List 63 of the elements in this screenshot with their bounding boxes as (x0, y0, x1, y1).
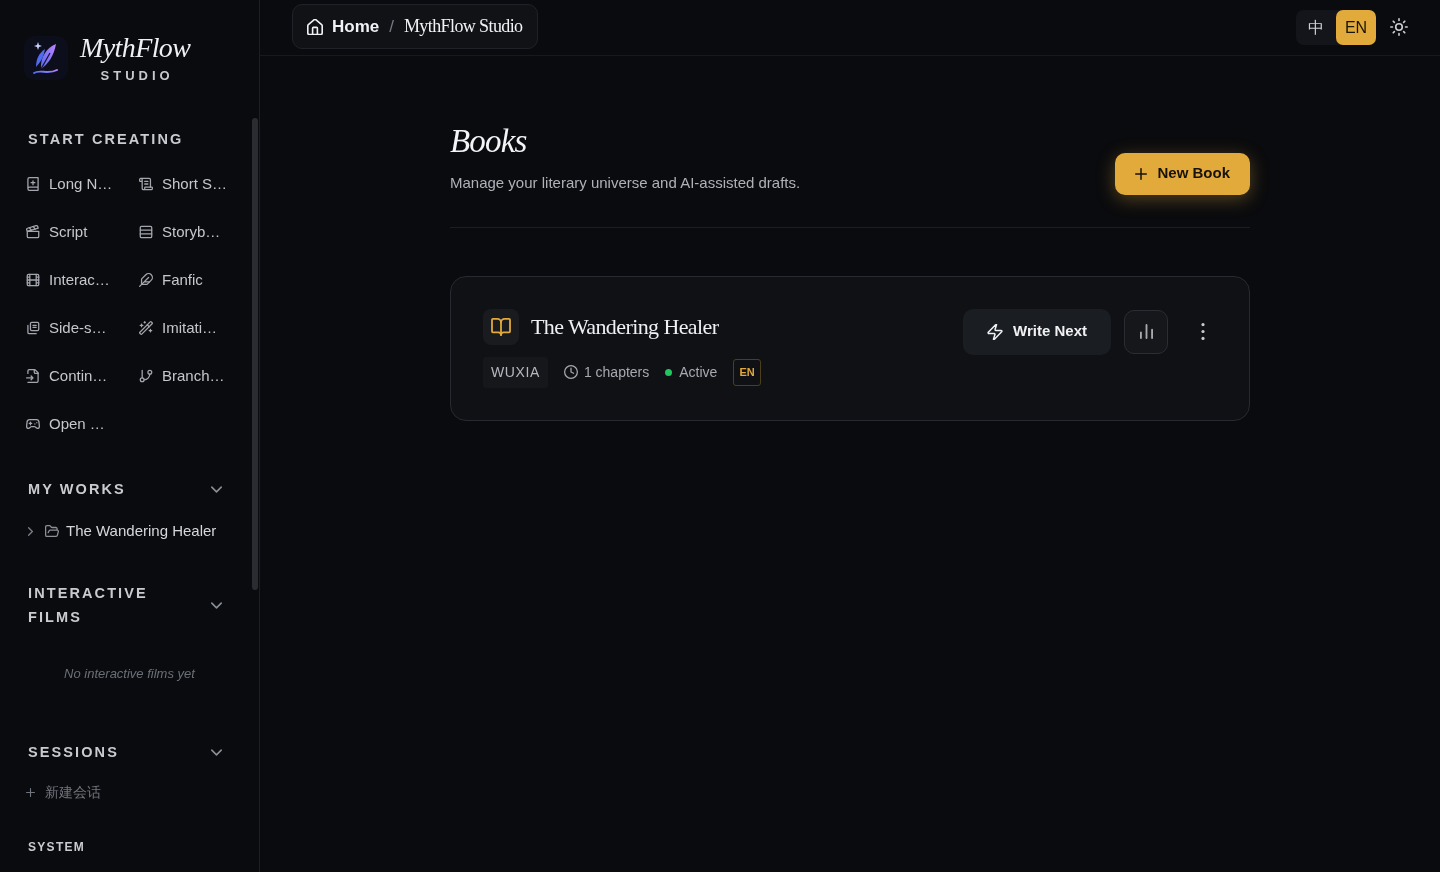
book-title: The Wandering Healer (531, 312, 719, 341)
folder-icon (45, 524, 59, 538)
scroll-icon (139, 177, 153, 191)
book-icon (483, 308, 519, 345)
clock-icon (563, 365, 578, 379)
create-option-link[interactable]: Open … (26, 412, 105, 436)
empty-state-text: No interactive films yet (64, 665, 195, 683)
file-arrow-icon (26, 369, 40, 383)
brand-name: MythFlow (80, 32, 191, 63)
language-option[interactable]: 中 (1296, 10, 1336, 45)
feather-icon (139, 273, 153, 287)
create-option-link[interactable]: Imitati… (139, 316, 217, 340)
plus-icon (1135, 167, 1148, 180)
create-option-link[interactable]: Branch… (139, 364, 225, 388)
create-option-link[interactable]: Fanfic (139, 268, 203, 292)
section-title: INTERACTIVE FILMS (28, 584, 149, 627)
breadcrumb-separator: / (389, 15, 394, 38)
chevron-down-icon[interactable] (211, 601, 222, 609)
create-option-link[interactable]: Script (26, 220, 88, 244)
create-option-link[interactable]: Short S… (139, 172, 228, 196)
bar-chart-icon (1139, 324, 1153, 339)
copy-icon (26, 321, 40, 335)
create-option-link[interactable]: Side-s… (26, 316, 107, 340)
language-option[interactable]: EN (1336, 10, 1376, 45)
create-option-link[interactable]: Storyb… (139, 220, 221, 244)
chapter-count: 1 chapters (583, 362, 650, 382)
brand-subtitle: STUDIO (99, 69, 174, 83)
chevron-down-icon[interactable] (211, 485, 222, 493)
work-tree-item[interactable]: The Wandering Healer (24, 517, 217, 545)
new-book-button[interactable]: New Book (1115, 152, 1250, 195)
create-option-link[interactable]: Long N… (26, 172, 113, 196)
section-title: SESSIONS (28, 743, 119, 762)
language-tag: EN (733, 358, 761, 386)
clapperboard-icon (26, 225, 40, 239)
stats-button[interactable] (1124, 309, 1168, 354)
branch-icon (139, 369, 153, 383)
page-title: Books (450, 122, 527, 161)
section-title: MY WORKS (28, 480, 126, 499)
section-title: SYSTEM (27, 839, 86, 855)
create-option-link[interactable]: Contin… (26, 364, 108, 388)
list-rows-icon (139, 225, 153, 239)
create-option-link[interactable]: Interac… (26, 268, 110, 292)
write-next-button[interactable]: Write Next (963, 308, 1111, 355)
film-icon (26, 273, 40, 287)
magic-wand-icon (139, 321, 153, 335)
more-options-icon[interactable] (1201, 323, 1205, 340)
section-title: START CREATING (27, 130, 184, 149)
lightning-icon (987, 323, 1004, 340)
page-subtitle: Manage your literary universe and AI-assisted drafts. (450, 173, 801, 193)
home-link[interactable]: Home (307, 13, 380, 40)
breadcrumb-current: MythFlow Studio (403, 15, 523, 38)
gamepad-icon (26, 417, 40, 431)
scrollbar-thumb[interactable] (252, 118, 258, 590)
home-icon (307, 18, 323, 35)
sun-icon[interactable] (1390, 18, 1408, 36)
new-session-link[interactable]: 新建会话 (24, 782, 101, 802)
book-plus-icon (26, 177, 40, 191)
chevron-down-icon[interactable] (211, 748, 222, 756)
plus-icon (26, 787, 35, 797)
app-logo-icon (24, 35, 68, 80)
genre-tag: WUXIA (483, 356, 548, 388)
chevron-right-icon[interactable] (28, 526, 33, 536)
status-label: Active (679, 362, 718, 382)
